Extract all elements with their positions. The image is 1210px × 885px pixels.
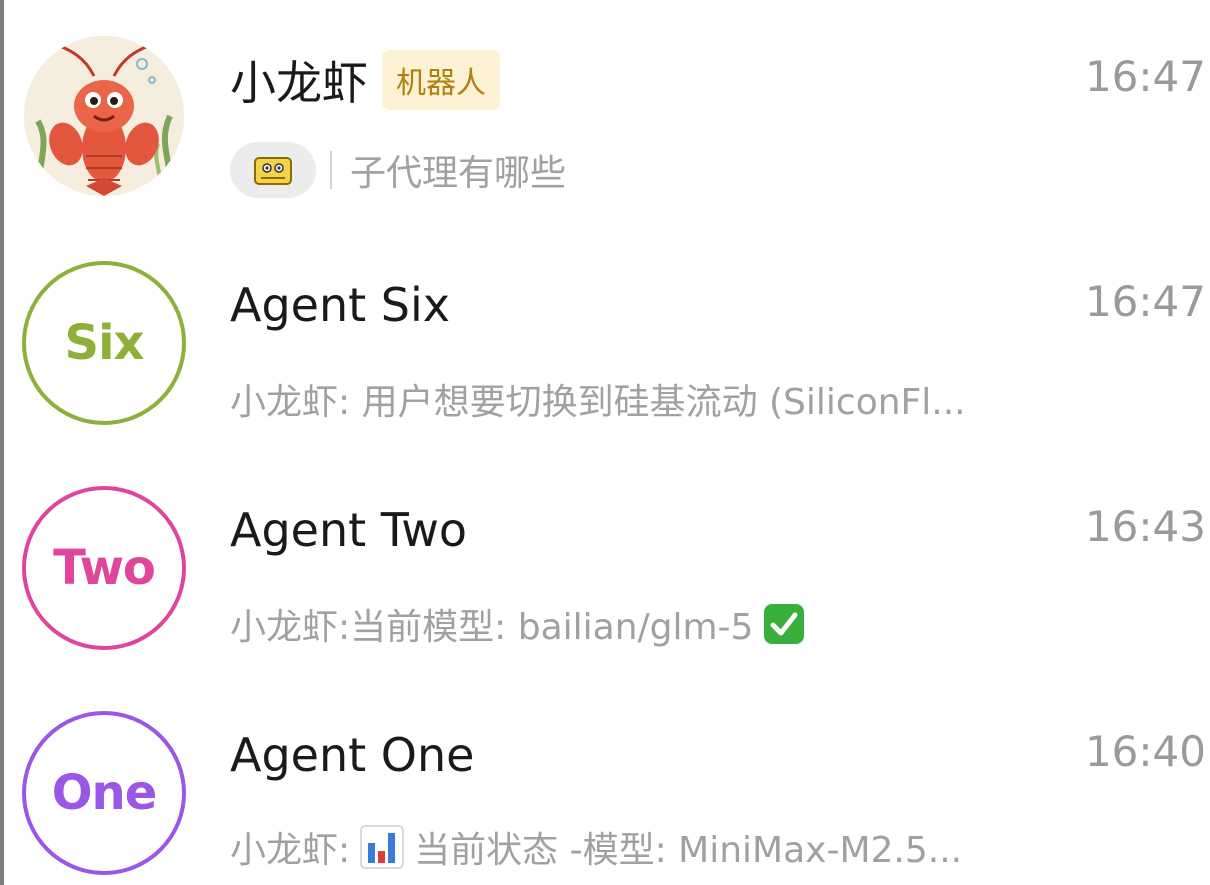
chat-title-row: Agent One (230, 719, 474, 791)
chat-time: 16:47 (1084, 277, 1206, 326)
preview-text: 当前状态 -模型: MiniMax-M2.5... (414, 830, 963, 871)
preview-prefix: 小龙虾: (230, 830, 351, 871)
chat-name: 小龙虾 (230, 56, 368, 110)
chat-preview: 小龙虾: 当前模型: bailian/glm-5 (230, 594, 1190, 654)
chat-time: 16:47 (1084, 52, 1206, 101)
preview-text: 小龙虾: 用户想要切换到硅基流动 (SiliconFl... (230, 382, 966, 423)
check-mark-icon (763, 603, 805, 645)
chat-title-row: 小龙虾 机器人 (230, 44, 500, 116)
avatar-label: Six (22, 261, 186, 425)
preview-text: 子代理有哪些 (350, 153, 567, 194)
avatar[interactable]: Two (22, 486, 186, 650)
avatar[interactable] (24, 36, 188, 200)
avatar[interactable]: One (22, 711, 186, 875)
chat-name: Agent One (230, 728, 475, 782)
chat-name: Agent Two (230, 503, 468, 557)
chat-preview: 子代理有哪些 (230, 140, 1190, 200)
bar-chart-icon (360, 825, 404, 869)
chat-time: 16:43 (1084, 502, 1206, 551)
chat-item-agent-one[interactable]: One Agent One 16:40 小龙虾: 当前状态 -模型: MiniM… (0, 675, 1210, 875)
avatar-label: Two (22, 486, 186, 650)
preview-prefix: 小龙虾: (230, 607, 351, 648)
sticker-icon (230, 142, 316, 198)
chat-time: 16:40 (1084, 727, 1206, 776)
chat-list-screen: 小龙虾 机器人 16:47 子代理有哪些 Six Agent Six 16:47… (0, 0, 1210, 885)
chat-item-agent-two[interactable]: Two Agent Two 16:43 小龙虾: 当前模型: bailian/g… (0, 450, 1210, 650)
chat-title-row: Agent Six (230, 269, 450, 341)
chat-item-crayfish[interactable]: 小龙虾 机器人 16:47 子代理有哪些 (0, 0, 1210, 200)
bot-badge: 机器人 (382, 50, 500, 110)
chat-name: Agent Six (230, 278, 450, 332)
avatar[interactable]: Six (22, 261, 186, 425)
avatar-label: One (22, 711, 186, 875)
chat-preview: 小龙虾: 用户想要切换到硅基流动 (SiliconFl... (230, 369, 1190, 429)
chat-title-row: Agent Two (230, 494, 467, 566)
chat-preview: 小龙虾: 当前状态 -模型: MiniMax-M2.5... (230, 817, 1190, 877)
crayfish-avatar-icon (24, 36, 184, 196)
chat-item-agent-six[interactable]: Six Agent Six 16:47 小龙虾: 用户想要切换到硅基流动 (Si… (0, 225, 1210, 425)
preview-separator (330, 151, 332, 189)
preview-text: 当前模型: bailian/glm-5 (350, 607, 754, 648)
